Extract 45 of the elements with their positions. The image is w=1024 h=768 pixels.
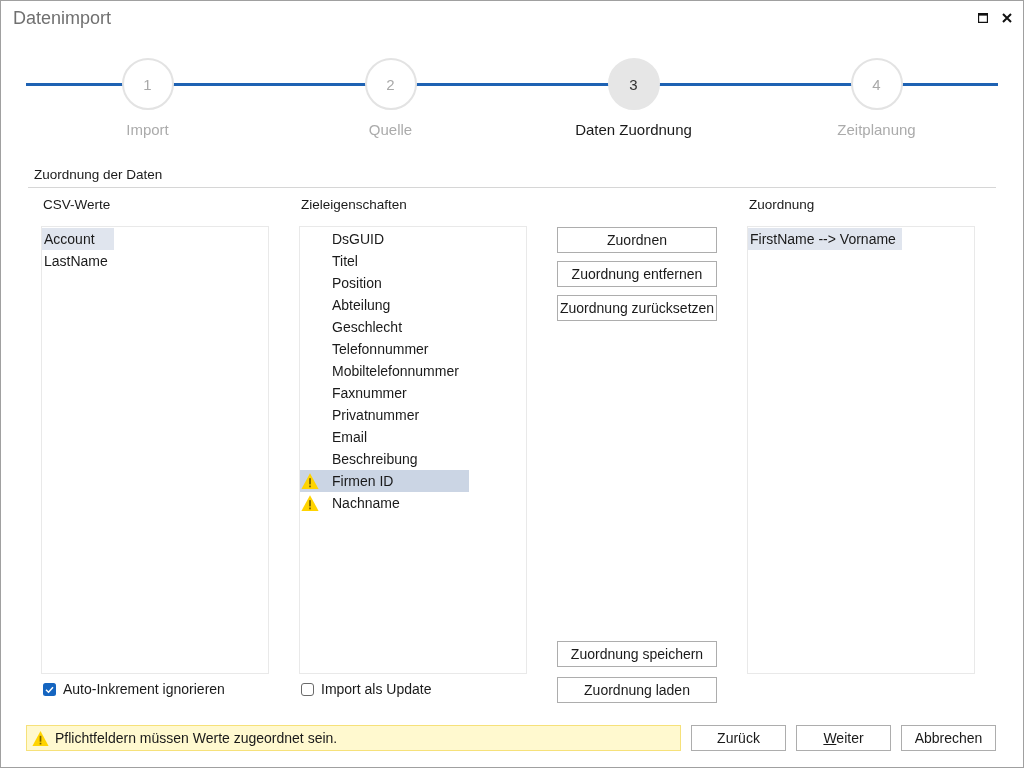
checkbox[interactable]	[301, 682, 314, 696]
step-label: Daten Zuordnung	[575, 120, 692, 140]
list-item[interactable]: DsGUID	[300, 228, 469, 250]
list-item[interactable]: Abteilung	[300, 294, 469, 316]
step-circle: 2	[364, 58, 417, 110]
list-item[interactable]: Mobiltelefonnummer	[300, 360, 469, 382]
step-circle: 1	[121, 58, 174, 110]
checkbox[interactable]	[43, 682, 56, 696]
list-item[interactable]: Account	[42, 228, 114, 250]
list-item[interactable]: Faxnummer	[300, 382, 469, 404]
step-label: Quelle	[368, 120, 413, 140]
checkbox-label: Import als Update	[321, 680, 432, 698]
action-button[interactable]: Zuordnung entfernen	[557, 261, 717, 287]
list-item[interactable]: Position	[300, 272, 469, 294]
action-button[interactable]: Zuordnung speichern	[557, 641, 717, 667]
list-item[interactable]: Privatnummer	[300, 404, 469, 426]
action-button[interactable]: Zuordnung laden	[557, 677, 717, 703]
dialog-button[interactable]: Abbrechen	[901, 725, 996, 751]
list-item[interactable]: Firmen ID	[300, 470, 469, 492]
step-label: Import	[126, 120, 169, 140]
list-item[interactable]: Geschlecht	[300, 316, 469, 338]
step-circle: 4	[850, 58, 903, 110]
list-item[interactable]: LastName	[42, 250, 114, 272]
action-button[interactable]: Zuordnen	[557, 227, 717, 253]
checkbox-label: Auto-Inkrement ignorieren	[63, 680, 225, 698]
list-item[interactable]: Titel	[300, 250, 469, 272]
maximize-icon[interactable]	[978, 12, 988, 23]
list-item[interactable]: Beschreibung	[300, 448, 469, 470]
list-item[interactable]: Email	[300, 426, 469, 448]
status-message: Pflichtfeldern müssen Werte zugeordnet sein.	[55, 729, 338, 747]
step-circle: 3	[607, 58, 660, 110]
list-item[interactable]: FirstName --> Vorname	[748, 228, 902, 250]
list-item[interactable]: Telefonnummer	[300, 338, 469, 360]
window-title: Datenimport	[13, 6, 112, 30]
column-heading: Zuordnung	[748, 196, 815, 214]
dialog-button[interactable]: Weiter	[796, 725, 891, 751]
column-heading: Zieleigenschaften	[300, 196, 407, 214]
action-button[interactable]: Zuordnung zurücksetzen	[557, 295, 717, 321]
section-title: Zuordnung der Daten	[28, 165, 996, 188]
dialog-button[interactable]: Zurück	[691, 725, 786, 751]
step-label: Zeitplanung	[837, 120, 916, 140]
column-heading: CSV-Werte	[42, 196, 111, 214]
close-icon[interactable]	[1002, 12, 1012, 23]
list-item[interactable]: Nachname	[300, 492, 469, 514]
warning-icon	[32, 729, 49, 747]
